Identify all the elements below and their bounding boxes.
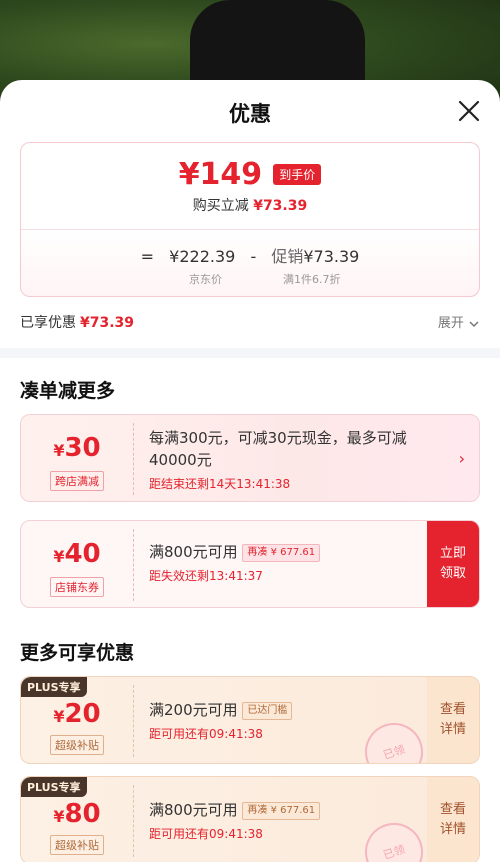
final-price-value: ¥149 (178, 157, 263, 192)
coupon-separator (133, 785, 134, 857)
coupon-chip: 再凑 ¥ 677.61 (242, 801, 321, 820)
coupon-left: ¥40 店铺东券 (21, 521, 133, 607)
enjoyed-discount: 已享优惠 ¥73.39 (20, 312, 134, 332)
coupon-desc: 满200元可用 已达门槛 (149, 699, 429, 721)
coupon-currency: ¥ (53, 547, 65, 566)
enjoyed-value: ¥73.39 (80, 315, 135, 331)
coupon-desc-text: 满800元可用 (149, 801, 238, 819)
final-price: ¥149 到手价 (21, 157, 479, 192)
promo-caption: 满1件6.7折 (283, 273, 341, 286)
background-person (190, 0, 365, 90)
view-details-button[interactable]: 查看详情 (427, 777, 479, 862)
coupon-desc: 满800元可用 再凑 ¥ 677.61 (149, 541, 429, 563)
coupon-left: ¥30 跨店满减 (21, 415, 133, 501)
formula-promo-value: ¥73.39 (303, 247, 360, 266)
coupon-info: 每满300元，可减30元现金，最多可减40000元 距结束还剩14天13:41:… (149, 427, 429, 492)
claim-label: 立即领取 (439, 546, 466, 581)
formula-minus: - (250, 247, 257, 266)
coupon-info: 满800元可用 再凑 ¥ 677.61 距失效还剩13:41:37 (149, 541, 429, 584)
section-title-more-discount: 凑单减更多 (20, 380, 116, 402)
coupon-currency: ¥ (53, 807, 65, 826)
price-card: ¥149 到手价 购买立减 ¥73.39 = ¥222.39 - 促销¥73.3… (20, 142, 480, 297)
coupon-countdown: 距结束还剩14天13:41:38 (149, 477, 291, 491)
sheet-title: 优惠 (229, 102, 271, 126)
enjoyed-label: 已享优惠 (20, 315, 76, 331)
coupon-chip: 再凑 ¥ 677.61 (242, 543, 321, 562)
coupon-type-tag: 超级补贴 (50, 735, 104, 755)
coupon-amount-value: 40 (64, 539, 101, 569)
view-details-button[interactable]: 查看详情 (427, 677, 479, 763)
instant-discount: 购买立减 ¥73.39 (21, 195, 479, 215)
coupon-left: ¥20 超级补贴 (21, 677, 133, 763)
discount-sheet: 优惠 ¥149 到手价 购买立减 ¥73.39 = ¥222.39 - 促销¥7… (0, 80, 500, 862)
coupon-plus-20: PLUS专享 ¥20 超级补贴 满200元可用 已达门槛 距可用还有09:41:… (20, 676, 480, 764)
coupon-amount: ¥30 (21, 433, 133, 463)
coupon-amount: ¥40 (21, 539, 133, 569)
coupon-amount-value: 20 (64, 699, 101, 729)
coupon-desc: 每满300元，可减30元现金，最多可减40000元 (149, 429, 407, 469)
instant-discount-value: ¥73.39 (253, 198, 308, 214)
chevron-down-icon (469, 320, 479, 327)
view-details-label: 查看详情 (439, 702, 466, 737)
coupon-store: ¥40 店铺东券 满800元可用 再凑 ¥ 677.61 距失效还剩13:41:… (20, 520, 480, 608)
coupon-cross-store[interactable]: ¥30 跨店满减 每满300元，可减30元现金，最多可减40000元 距结束还剩… (20, 414, 480, 502)
coupon-countdown: 距失效还剩13:41:37 (149, 569, 263, 583)
view-details-label: 查看详情 (439, 802, 466, 837)
chevron-right-icon[interactable]: › (459, 449, 465, 468)
coupon-desc: 满800元可用 再凑 ¥ 677.61 (149, 799, 429, 821)
coupon-separator (133, 685, 134, 757)
coupon-amount-value: 30 (64, 433, 101, 463)
coupon-left: ¥80 超级补贴 (21, 777, 133, 862)
coupon-plus-80: PLUS专享 ¥80 超级补贴 满800元可用 再凑 ¥ 677.61 距可用还… (20, 776, 480, 862)
formula-base-price: ¥222.39 (169, 247, 236, 266)
coupon-type-tag: 跨店满减 (50, 471, 104, 491)
card-divider (21, 229, 479, 230)
coupon-amount-value: 80 (64, 799, 101, 829)
section-title-more-offers: 更多可享优惠 (20, 642, 135, 664)
close-icon[interactable] (456, 98, 482, 124)
coupon-separator (133, 423, 134, 495)
final-price-tag: 到手价 (273, 164, 322, 185)
coupon-desc-text: 满200元可用 (149, 701, 238, 719)
base-price-caption: 京东价 (189, 273, 222, 286)
formula-promo-label: 促销 (271, 247, 304, 266)
coupon-desc-text: 满800元可用 (149, 543, 238, 561)
price-formula: = ¥222.39 - 促销¥73.39 (21, 243, 479, 267)
section-gap (0, 348, 500, 358)
coupon-separator (133, 529, 134, 601)
coupon-amount: ¥80 (21, 799, 133, 829)
coupon-type-tag: 超级补贴 (50, 835, 104, 855)
expand-label: 展开 (437, 316, 464, 331)
formula-equals: = (140, 247, 155, 266)
coupon-type-tag: 店铺东券 (50, 577, 104, 597)
instant-discount-label: 购买立减 (192, 198, 249, 214)
expand-button[interactable]: 展开 (438, 312, 480, 331)
claim-button[interactable]: 立即领取 (427, 521, 479, 607)
coupon-currency: ¥ (53, 441, 65, 460)
coupon-amount: ¥20 (21, 699, 133, 729)
coupon-chip: 已达门槛 (242, 701, 293, 720)
coupon-currency: ¥ (53, 707, 65, 726)
